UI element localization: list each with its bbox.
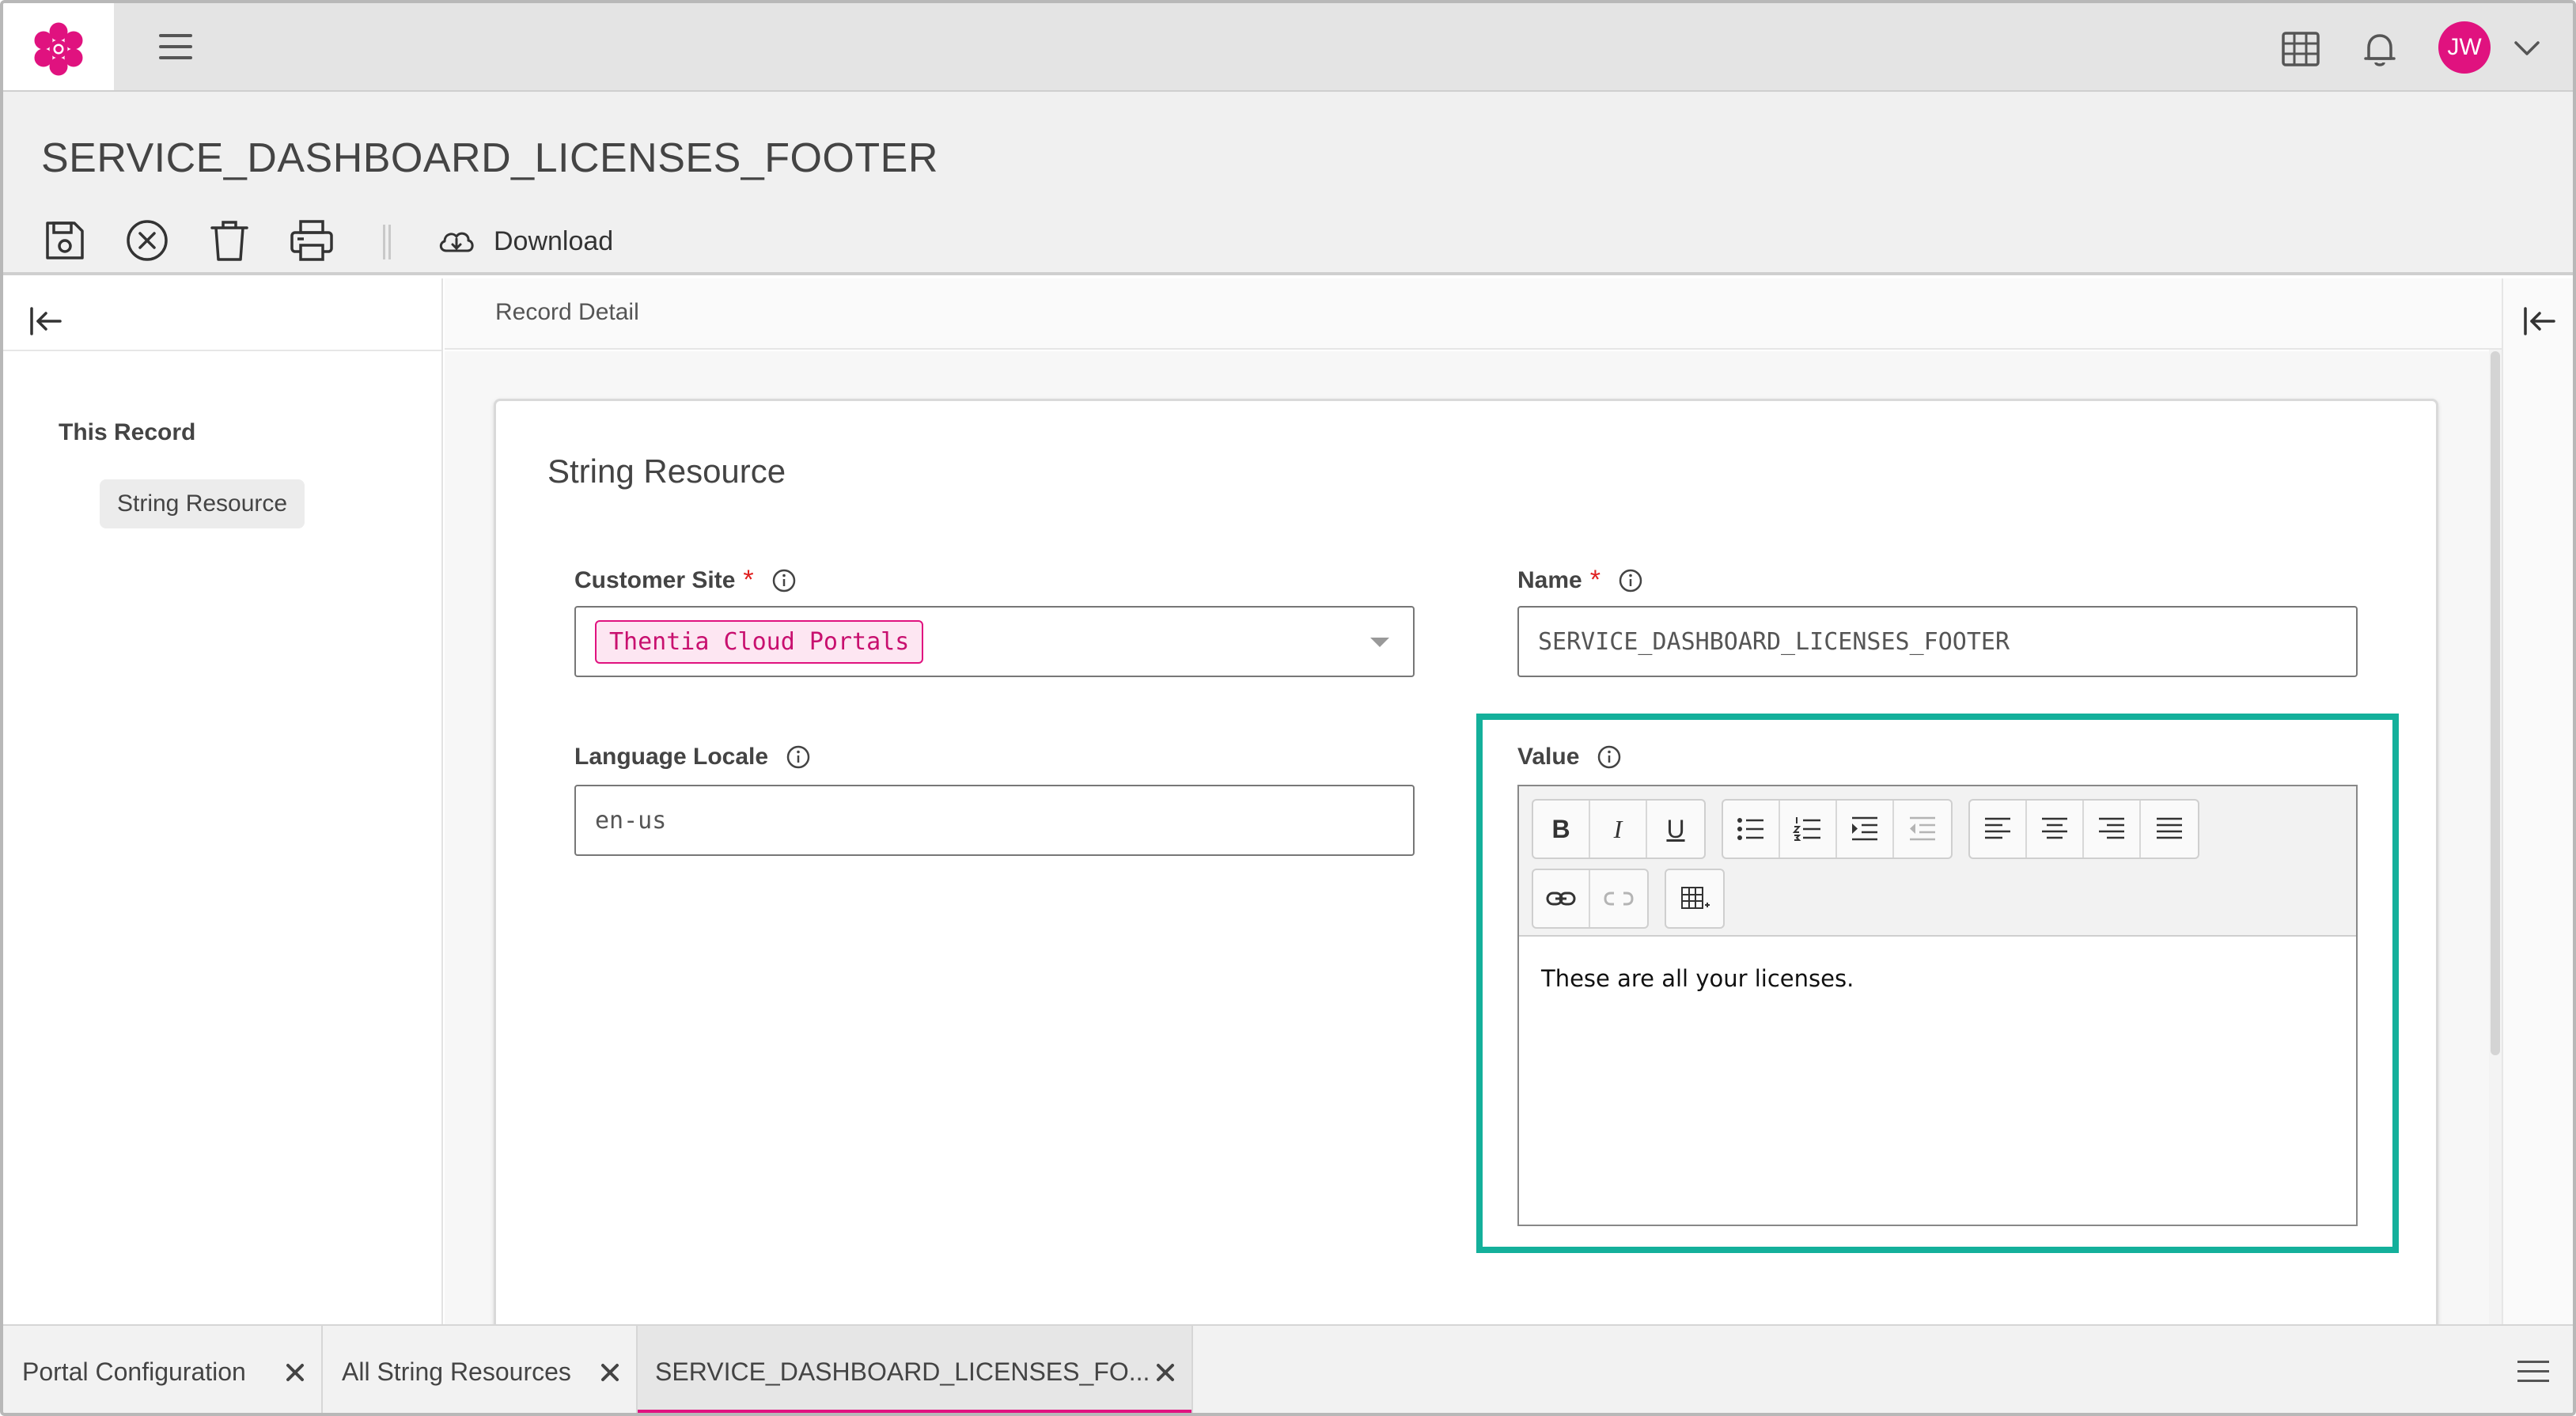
name-label: Name * <box>1517 565 1643 596</box>
align-justify-button[interactable] <box>2141 801 2198 858</box>
chevron-down-icon[interactable] <box>2511 32 2543 63</box>
customer-site-label: Customer Site * <box>574 565 797 596</box>
align-left-icon <box>1985 817 2010 839</box>
customer-site-label-text: Customer Site <box>574 566 736 593</box>
rich-text-editor[interactable]: B I U These are all your licenses. <box>1517 785 2358 1226</box>
record-navigation-panel: This Record String Resource <box>3 278 443 1324</box>
collapse-right-icon[interactable] <box>2521 302 2559 340</box>
align-center-icon <box>2042 817 2067 839</box>
trash-icon[interactable] <box>206 217 253 264</box>
flower-logo-icon <box>34 22 83 76</box>
tab-label: Portal Configuration <box>22 1357 246 1386</box>
menu-icon[interactable] <box>155 28 196 66</box>
close-icon[interactable] <box>598 1361 622 1384</box>
value-label-text: Value <box>1517 744 1580 770</box>
close-icon[interactable] <box>1154 1361 1177 1384</box>
bell-icon[interactable] <box>2358 27 2402 71</box>
tab-label: All String Resources <box>342 1357 571 1386</box>
list-group <box>1722 799 1953 859</box>
page-header: SERVICE_DASHBOARD_LICENSES_FOOTER Downlo… <box>3 92 2573 275</box>
align-center-button[interactable] <box>2027 801 2084 858</box>
tab-service-dashboard-licenses-footer[interactable]: SERVICE_DASHBOARD_LICENSES_FO... <box>638 1326 1193 1413</box>
card-title: String Resource <box>547 452 786 490</box>
selected-site-tag[interactable]: Thentia Cloud Portals <box>595 619 924 664</box>
unlink-icon <box>1604 892 1634 906</box>
page-title: SERVICE_DASHBOARD_LICENSES_FOOTER <box>41 135 938 181</box>
caret-down-icon[interactable] <box>1370 638 1389 647</box>
download-label: Download <box>494 225 614 256</box>
align-group <box>1968 799 2199 859</box>
collapse-left-icon[interactable] <box>27 302 65 340</box>
numbered-list-icon <box>1792 817 1820 841</box>
sidebar-item-string-resource[interactable]: String Resource <box>100 479 305 528</box>
required-asterisk: * <box>743 565 754 595</box>
download-button[interactable]: Download <box>437 220 613 263</box>
info-icon[interactable] <box>1597 744 1622 770</box>
required-asterisk: * <box>1589 565 1601 595</box>
right-rail <box>2502 278 2573 1324</box>
close-icon[interactable] <box>283 1361 307 1384</box>
save-icon[interactable] <box>41 217 89 264</box>
language-locale-value: en-us <box>595 806 667 835</box>
align-right-button[interactable] <box>2084 801 2141 858</box>
underline-button[interactable]: U <box>1647 801 1704 858</box>
table-group <box>1665 869 1725 929</box>
info-icon[interactable] <box>786 744 811 770</box>
cancel-icon[interactable] <box>123 217 171 264</box>
bullet-list-button[interactable] <box>1723 801 1780 858</box>
outdent-button[interactable] <box>1894 801 1951 858</box>
this-record-heading: This Record <box>59 419 196 445</box>
info-icon[interactable] <box>771 568 797 593</box>
bullet-list-icon <box>1737 818 1763 840</box>
insert-table-button[interactable] <box>1666 870 1723 927</box>
name-value: SERVICE_DASHBOARD_LICENSES_FOOTER <box>1538 627 2010 656</box>
tab-label: SERVICE_DASHBOARD_LICENSES_FO... <box>655 1357 1150 1386</box>
indent-button[interactable] <box>1837 801 1894 858</box>
record-detail-label: Record Detail <box>495 299 639 325</box>
italic-button[interactable]: I <box>1590 801 1647 858</box>
name-field[interactable]: SERVICE_DASHBOARD_LICENSES_FOOTER <box>1517 606 2358 677</box>
editor-toolbar: B I U <box>1519 786 2356 937</box>
name-label-text: Name <box>1517 566 1582 593</box>
print-icon[interactable] <box>288 217 335 264</box>
table-icon <box>1681 887 1710 909</box>
cloud-download-icon <box>439 232 474 252</box>
link-group <box>1532 869 1649 929</box>
language-locale-label-text: Language Locale <box>574 744 769 770</box>
align-left-button[interactable] <box>1970 801 2027 858</box>
bold-button[interactable]: B <box>1533 801 1590 858</box>
format-group: B I U <box>1532 799 1706 859</box>
tab-list-menu-icon[interactable] <box>2517 1361 2549 1388</box>
tab-all-string-resources[interactable]: All String Resources <box>323 1326 638 1413</box>
app-window: JW SERVICE_DASHBOARD_LICENSES_FOOTER Dow… <box>0 0 2576 1416</box>
detail-header: Record Detail <box>445 278 2502 350</box>
grid-apps-icon[interactable] <box>2279 27 2323 71</box>
indent-icon <box>1852 816 1877 841</box>
avatar[interactable]: JW <box>2438 21 2491 74</box>
numbered-list-button[interactable] <box>1780 801 1837 858</box>
link-icon <box>1546 892 1576 906</box>
language-locale-label: Language Locale <box>574 744 811 770</box>
unlink-button[interactable] <box>1590 870 1647 927</box>
align-justify-icon <box>2157 817 2182 839</box>
info-icon[interactable] <box>1618 568 1643 593</box>
value-label: Value <box>1517 744 1622 770</box>
language-locale-field[interactable]: en-us <box>574 785 1415 856</box>
toolbar-divider <box>383 225 391 259</box>
divider <box>3 350 441 351</box>
top-bar: JW <box>3 3 2573 92</box>
bottom-tab-bar: Portal Configuration All String Resource… <box>3 1324 2573 1413</box>
align-right-icon <box>2099 817 2124 839</box>
scrollbar-thumb[interactable] <box>2491 351 2500 1055</box>
tab-portal-configuration[interactable]: Portal Configuration <box>3 1326 323 1413</box>
editor-content[interactable]: These are all your licenses. <box>1541 965 1854 992</box>
outdent-icon <box>1910 816 1935 841</box>
logo[interactable] <box>3 3 114 90</box>
customer-site-select[interactable]: Thentia Cloud Portals <box>574 606 1415 677</box>
insert-link-button[interactable] <box>1533 870 1590 927</box>
